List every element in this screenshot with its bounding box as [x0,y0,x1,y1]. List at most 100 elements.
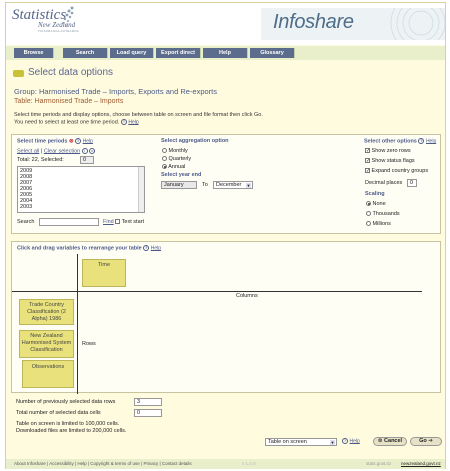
infoshare-brand: Infoshare [273,11,354,33]
total-label: Total: 22, Selected: [17,157,64,163]
chevron-down-icon[interactable]: ▼ [330,440,335,445]
decimal-places-input[interactable]: 0 [407,179,417,187]
clear-selection-link[interactable]: Clear selection [44,148,80,154]
prev-rows-value: 3 [134,398,162,406]
help-link[interactable]: Help [128,119,138,125]
rearrange-help-icon[interactable]: ? [143,245,150,251]
footer-version: v 1.4.0 [242,461,256,466]
time-variable[interactable]: Time [82,259,126,287]
rearrange-title-text: Click and drag variables to rearrange yo… [17,245,142,252]
nav-export-direct[interactable]: Export direct [156,48,201,58]
instructions-line-2: You need to select at least one time per… [14,119,263,126]
rearrange-panel: Click and drag variables to rearrange yo… [11,241,441,394]
time-periods-title: Select time periods ⊗ ? Help [17,138,93,144]
help-icon[interactable]: ? [120,119,127,125]
time-search-input[interactable] [39,218,99,226]
columns-divider [12,291,422,292]
chevron-down-icon[interactable]: ▼ [246,183,251,188]
selection-links: Select all | Clear selection i o [17,148,96,155]
output-format-value: Table on screen [268,439,307,445]
total-row: Total: 22, Selected: [17,157,64,163]
limit-screen: Table on screen is limited to 100,000 ce… [16,421,120,427]
scaling-millions[interactable]: Millions [366,221,391,227]
footer-domain[interactable]: stats.govt.nz [366,459,391,469]
select-all-link[interactable]: Select all [17,148,39,154]
nav-glossary[interactable]: Glossary [250,48,295,58]
list-scrollbar[interactable] [138,167,144,212]
output-help-icon[interactable]: ? [342,438,348,444]
show-status-flags-checkbox[interactable]: ✓ [365,158,370,164]
group-label: Group: Harmonised Trade – Imports, Expor… [14,87,218,96]
time-period-list[interactable]: 2009 2008 2007 2006 2005 2004 2003 [17,166,145,213]
time-help-icon[interactable]: ? [75,138,82,144]
page-title: Select data options [28,67,114,78]
output-format-select[interactable]: Table on screen ▼ [265,438,337,446]
to-label: To [202,182,208,188]
fern-dots-icon [62,6,74,26]
main-nav: Browse Search Load query Export direct H… [6,46,445,60]
year-end-from-select[interactable]: January [161,181,197,189]
time-help-link[interactable]: Help [83,138,93,144]
expand-country-groups-option[interactable]: ✓ Expand country groups [365,168,428,174]
list-item[interactable]: 2003 [20,204,142,210]
year-end-to-select[interactable]: December ▼ [213,181,253,189]
other-options-title: Select other options ? Help [364,138,436,144]
aggregation-annual[interactable]: Annual [162,164,185,170]
text-start-checkbox[interactable] [115,219,121,225]
rows-divider [77,254,78,394]
nz-hs-classification-variable[interactable]: New Zealand Harmonised System Classifica… [19,330,74,358]
nav-load-query[interactable]: Load query [110,48,154,58]
show-zero-rows-option[interactable]: ✓ Show zero rows [365,148,411,154]
cancel-icon: ⊗ [377,438,383,444]
scaling-millions-label: Millions [372,221,391,227]
trade-country-variable[interactable]: Trade Country Classification (2 Alpha) 1… [19,299,74,325]
other-help-icon[interactable]: ? [418,138,425,144]
cancel-button[interactable]: ⊗ Cancel [373,437,407,446]
monthly-radio[interactable] [162,148,167,154]
cells-value: 0 [134,409,162,417]
selection-options-icon[interactable]: o [89,148,96,154]
footer-links[interactable]: About Infoshare | Accessibility | Help |… [14,459,192,469]
output-help-link[interactable]: Help [350,438,360,444]
go-label: Go [419,438,427,444]
observations-variable[interactable]: Observations [22,360,74,388]
search-controls: Find Text start [103,219,144,225]
cells-label: Total number of selected data cells [16,410,101,416]
cancel-label: Cancel [384,438,403,444]
scaling-thousands[interactable]: Thousands [366,211,400,217]
limit-download: Downloaded files are limited to 200,000 … [16,428,127,434]
footer-nz-link[interactable]: newzealand.govt.nz [401,459,441,469]
selected-count: 0 [80,156,94,164]
expand-country-groups-checkbox[interactable]: ✓ [365,168,370,174]
quarterly-radio[interactable] [162,156,167,162]
expand-country-groups-label: Expand country groups [371,168,429,174]
scaling-none-radio[interactable] [366,201,371,207]
search-label: Search [17,219,35,225]
show-zero-rows-label: Show zero rows [371,148,411,154]
nav-browse[interactable]: Browse [14,48,54,58]
scaling-thousands-radio[interactable] [366,211,371,217]
instructions: Select time periods and display options,… [14,112,263,126]
rows-label: Rows [82,341,96,347]
show-status-flags-option[interactable]: ✓ Show status flags [365,158,415,164]
nav-search[interactable]: Search [63,48,108,58]
prev-rows-label: Number of previously selected data rows [16,399,116,405]
decorative-swirl-icon [390,8,445,40]
go-button[interactable]: Go ➜ [410,437,442,446]
aggregation-monthly[interactable]: Monthly [162,148,188,154]
rearrange-help-link[interactable]: Help [151,245,161,251]
columns-label: Columns [236,293,258,299]
scaling-millions-radio[interactable] [366,221,371,227]
scaling-none[interactable]: None [366,201,386,207]
text-start-label: Text start [121,219,144,225]
show-zero-rows-checkbox[interactable]: ✓ [365,148,370,154]
annual-radio[interactable] [162,164,167,170]
aggregation-quarterly[interactable]: Quarterly [162,156,191,162]
aggregation-title: Select aggregation option [161,138,229,144]
other-help-link[interactable]: Help [426,138,436,144]
nav-help[interactable]: Help [203,48,248,58]
year-end-from-value: January [164,182,184,188]
scaling-none-label: None [372,201,386,207]
find-link[interactable]: Find [103,219,114,225]
selection-info-icon[interactable]: i [81,148,88,154]
